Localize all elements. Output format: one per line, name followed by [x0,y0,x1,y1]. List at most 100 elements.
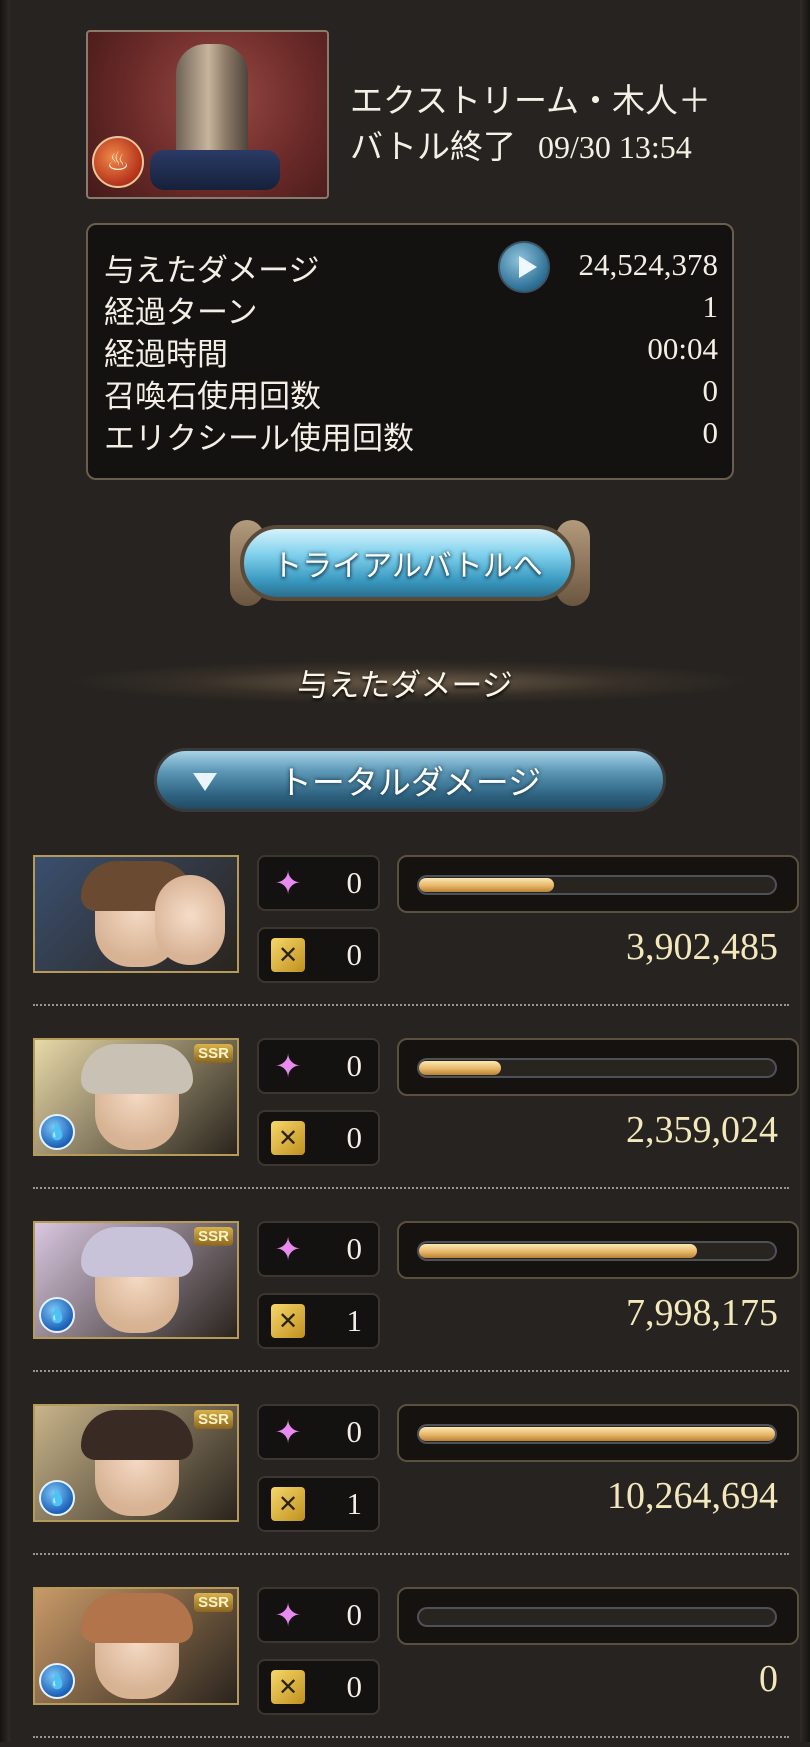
damage-bar [397,1038,799,1096]
damage-value: 7,998,175 [626,1292,778,1334]
character-hair [81,1044,193,1094]
stat-row-summons: 召喚石使用回数 0 [104,371,719,415]
stat-row-time: 経過時間 00:04 [104,329,718,373]
ssr-badge: SSR [194,1044,233,1063]
damage-bar-fill [419,1061,501,1075]
damage-bar-track [417,1424,777,1444]
character-row: ✦ 0 ✕ 0 3,902,485 [0,855,810,1015]
damage-value: 0 [759,1658,778,1700]
character-face-secondary [155,875,225,965]
sparkle-icon: ✦ [274,1413,302,1451]
battle-status-line: バトル終了 09/30 13:54 [350,120,692,168]
skill-count-box: ✦ 0 [257,1038,380,1094]
stat-value: 24,524,378 [578,247,719,282]
boss-name: エクストリーム・木人＋ [350,81,712,120]
damage-bar-track [417,875,777,895]
skill-count: 0 [346,1414,363,1449]
stat-value: 1 [702,289,719,324]
damage-bar-track [417,1241,777,1261]
damage-bar-fill [419,878,554,892]
dropdown-selected-label: トータルダメージ [278,763,542,802]
character-row: SSR 💧 ✦ 0 ✕ 1 10,264,694 [0,1404,810,1564]
damage-bar-track [417,1607,777,1627]
row-divider [33,1187,789,1189]
water-element-icon: 💧 [39,1480,75,1516]
battle-status: バトル終了 [350,127,516,166]
stat-row-turns: 経過ターン 1 [104,287,719,331]
trial-battle-button[interactable]: トライアルバトルへ [240,525,575,601]
character-portrait[interactable]: SSR 💧 [33,1038,239,1156]
row-divider [33,1370,789,1372]
stat-value: 0 [702,415,719,450]
character-hair [81,1593,193,1643]
charge-attack-count: 1 [346,1486,363,1521]
charge-attack-count-box: ✕ 0 [257,927,380,983]
ssr-badge: SSR [194,1410,233,1429]
stat-label: 経過ターン [104,295,258,331]
sparkle-icon: ✦ [274,864,302,902]
battle-datetime: 09/30 13:54 [538,129,692,165]
charge-attack-icon: ✕ [271,938,305,972]
row-divider [33,1553,789,1555]
chevron-down-icon [193,773,217,791]
charge-attack-count-box: ✕ 0 [257,1110,380,1166]
stat-label: 与えたダメージ [104,253,320,289]
skill-count: 0 [346,1597,363,1632]
battle-stats-panel: 与えたダメージ 24,524,378 経過ターン 1 経過時間 00:04 召喚… [86,223,734,480]
damage-bar [397,1404,799,1462]
ssr-badge: SSR [194,1227,233,1246]
water-element-icon: 💧 [39,1663,75,1699]
character-portrait[interactable]: SSR 💧 [33,1587,239,1705]
charge-attack-icon: ✕ [271,1304,305,1338]
skill-count: 0 [346,865,363,900]
character-row: SSR 💧 ✦ 0 ✕ 0 0 [0,1587,810,1747]
charge-attack-count-box: ✕ 1 [257,1476,380,1532]
charge-attack-count: 1 [346,1303,363,1338]
character-row: SSR 💧 ✦ 0 ✕ 1 7,998,175 [0,1221,810,1381]
damage-bar-fill [419,1244,697,1258]
charge-attack-icon: ✕ [271,1487,305,1521]
damage-value: 3,902,485 [626,926,778,968]
row-divider [33,1004,789,1006]
character-portrait[interactable] [33,855,239,973]
boss-statue-base [150,150,280,190]
skill-count-box: ✦ 0 [257,855,380,911]
skill-count-box: ✦ 0 [257,1404,380,1460]
damage-value: 10,264,694 [607,1475,778,1517]
stat-label: 召喚石使用回数 [104,379,321,415]
skill-count: 0 [346,1048,363,1083]
character-portrait[interactable]: SSR 💧 [33,1221,239,1339]
boss-thumbnail: ♨ [86,30,329,199]
damage-value: 2,359,024 [626,1109,778,1151]
charge-attack-count: 0 [346,1669,363,1704]
play-icon[interactable] [498,241,550,293]
character-portrait[interactable]: SSR 💧 [33,1404,239,1522]
water-element-icon: 💧 [39,1297,75,1333]
damage-bar [397,1587,799,1645]
charge-attack-count: 0 [346,1120,363,1155]
character-hair [81,1410,193,1460]
stat-value: 0 [702,373,719,408]
sparkle-icon: ✦ [274,1047,302,1085]
skill-count: 0 [346,1231,363,1266]
water-element-icon: 💧 [39,1114,75,1150]
character-hair [81,1227,193,1277]
charge-attack-count: 0 [346,937,363,972]
stat-row-elixirs: エリクシール使用回数 0 [104,413,719,457]
damage-bar [397,855,799,913]
damage-bar-fill [419,1427,775,1441]
stat-row-damage: 与えたダメージ 24,524,378 [104,241,719,293]
sparkle-icon: ✦ [274,1230,302,1268]
fire-element-icon: ♨ [92,136,144,188]
charge-attack-icon: ✕ [271,1670,305,1704]
damage-bar [397,1221,799,1279]
sparkle-icon: ✦ [274,1596,302,1634]
stat-label: エリクシール使用回数 [104,421,414,457]
skill-count-box: ✦ 0 [257,1587,380,1643]
damage-type-dropdown[interactable]: トータルダメージ [154,748,666,812]
ssr-badge: SSR [194,1593,233,1612]
stat-label: 経過時間 [104,337,228,373]
section-title: 与えたダメージ [297,668,513,704]
damage-bar-track [417,1058,777,1078]
charge-attack-count-box: ✕ 1 [257,1293,380,1349]
